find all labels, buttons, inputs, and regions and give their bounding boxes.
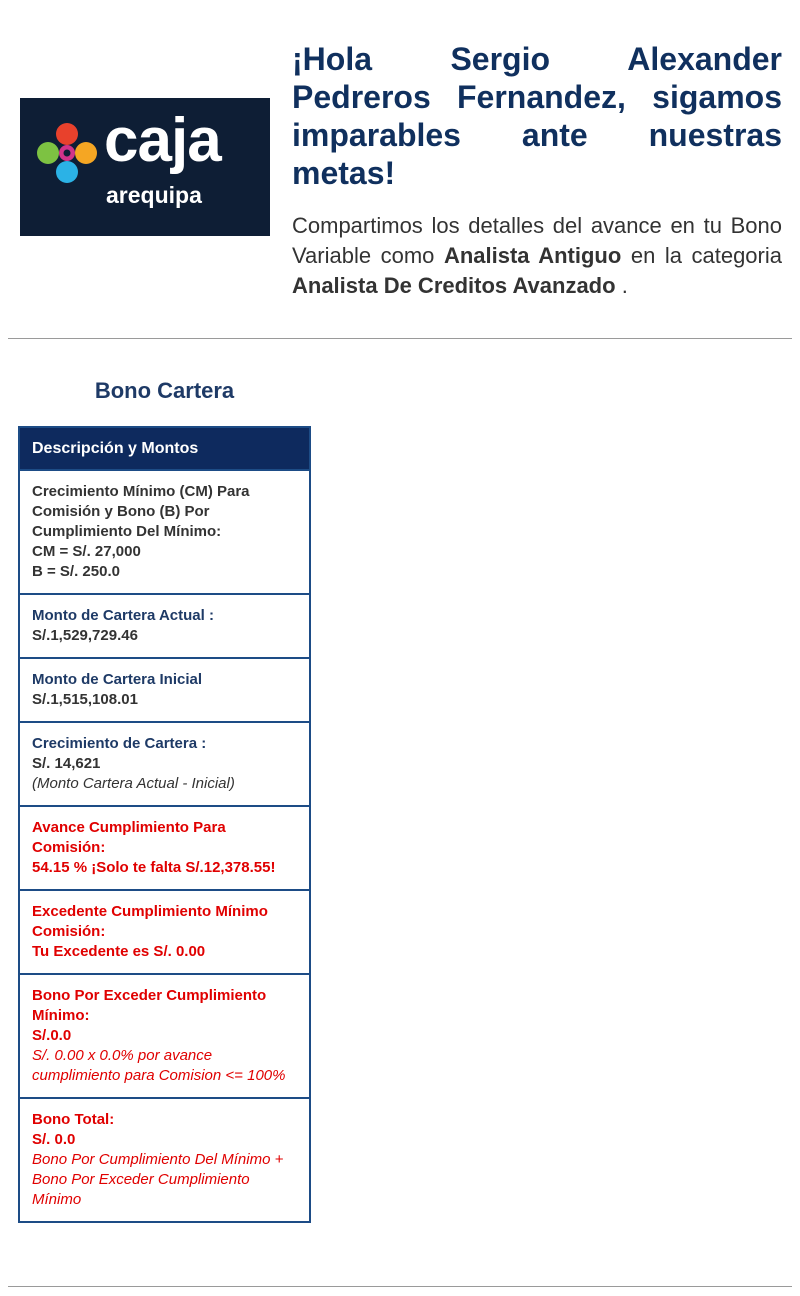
cartera-actual-value: S/.1,529,729.46 [32, 627, 138, 644]
caja-arequipa-logo: caja arequipa [20, 98, 270, 236]
intro-text: en la categoria [630, 243, 782, 268]
cartera-actual-label: Monto de Cartera Actual : [32, 607, 214, 624]
crecimiento-cartera-note: (Monto Cartera Actual - Inicial) [32, 775, 235, 792]
bono-total-note: Bono Por Cumplimiento Del Mínimo + Bono … [32, 1151, 284, 1208]
table-header: Descripción y Montos [18, 426, 311, 471]
table-row: Monto de Cartera Inicial S/.1,515,108.01 [18, 657, 311, 723]
bono-exceder-value: S/.0.0 [32, 1027, 72, 1044]
bono-total-cell: Bono Total: S/. 0.0 Bono Por Cumplimient… [18, 1097, 311, 1223]
bono-exceder-cell: Bono Por Exceder Cumplimiento Mínimo: S/… [18, 973, 311, 1099]
avance-value: 54.15 % ¡Solo te falta S/.12,378.55! [32, 859, 276, 876]
cartera-inicial-cell: Monto de Cartera Inicial S/.1,515,108.01 [18, 657, 311, 723]
table-row: Bono Por Exceder Cumplimiento Mínimo: S/… [18, 973, 311, 1099]
cm-value: CM = S/. 27,000 [32, 543, 141, 560]
crecimiento-minimo-label: Crecimiento Mínimo (CM) Para Comisión y … [32, 483, 250, 540]
cartera-inicial-value: S/.1,515,108.01 [32, 691, 138, 708]
bono-total-value: S/. 0.0 [32, 1131, 76, 1148]
intro-role: Analista Antiguo [443, 243, 622, 268]
avance-label: Avance Cumplimiento Para Comisión: [32, 819, 226, 856]
cartera-inicial-label: Monto de Cartera Inicial [32, 671, 203, 688]
avance-cell: Avance Cumplimiento Para Comisión: 54.15… [18, 805, 311, 891]
excedente-label: Excedente Cumplimiento Mínimo Comisión: [32, 903, 268, 940]
bottom-divider [8, 1286, 792, 1287]
cartera-actual-cell: Monto de Cartera Actual : S/.1,529,729.4… [18, 593, 311, 659]
b-value: B = S/. 250.0 [32, 563, 120, 580]
table-row: Bono Total: S/. 0.0 Bono Por Cumplimient… [18, 1097, 311, 1223]
table-row: Crecimiento de Cartera : S/. 14,621 (Mon… [18, 721, 311, 807]
table-row: Excedente Cumplimiento Mínimo Comisión: … [18, 889, 311, 975]
logo-subtitle: arequipa [106, 182, 202, 208]
intro-paragraph: Compartimos los detalles del avance en t… [292, 211, 782, 301]
table-row: Avance Cumplimiento Para Comisión: 54.15… [18, 805, 311, 891]
bono-cartera-table: Descripción y Montos Crecimiento Mínimo … [18, 426, 311, 1223]
table-row: Crecimiento Mínimo (CM) Para Comisión y … [18, 469, 311, 595]
crecimiento-minimo-cell: Crecimiento Mínimo (CM) Para Comisión y … [18, 469, 311, 595]
bono-total-label: Bono Total: [32, 1111, 115, 1128]
top-divider [8, 338, 792, 339]
greeting-heading: ¡Hola Sergio Alexander Pedreros Fernande… [292, 41, 782, 191]
crecimiento-cartera-label: Crecimiento de Cartera : [32, 735, 207, 752]
bono-exceder-note: S/. 0.00 x 0.0% por avance cumplimiento … [32, 1047, 286, 1084]
excedente-value: Tu Excedente es S/. 0.00 [32, 943, 206, 960]
excedente-cell: Excedente Cumplimiento Mínimo Comisión: … [18, 889, 311, 975]
section-title: Bono Cartera [94, 378, 235, 403]
logo-wordmark: caja [104, 106, 222, 175]
intro-text: . [621, 273, 628, 298]
intro-category: Analista De Creditos Avanzado [292, 273, 616, 298]
crecimiento-cartera-cell: Crecimiento de Cartera : S/. 14,621 (Mon… [18, 721, 311, 807]
bono-exceder-label: Bono Por Exceder Cumplimiento Mínimo: [32, 987, 267, 1024]
flower-logo-icon [37, 123, 97, 183]
table-header-row: Descripción y Montos [18, 426, 311, 471]
table-row: Monto de Cartera Actual : S/.1,529,729.4… [18, 593, 311, 659]
crecimiento-cartera-value: S/. 14,621 [32, 755, 101, 772]
